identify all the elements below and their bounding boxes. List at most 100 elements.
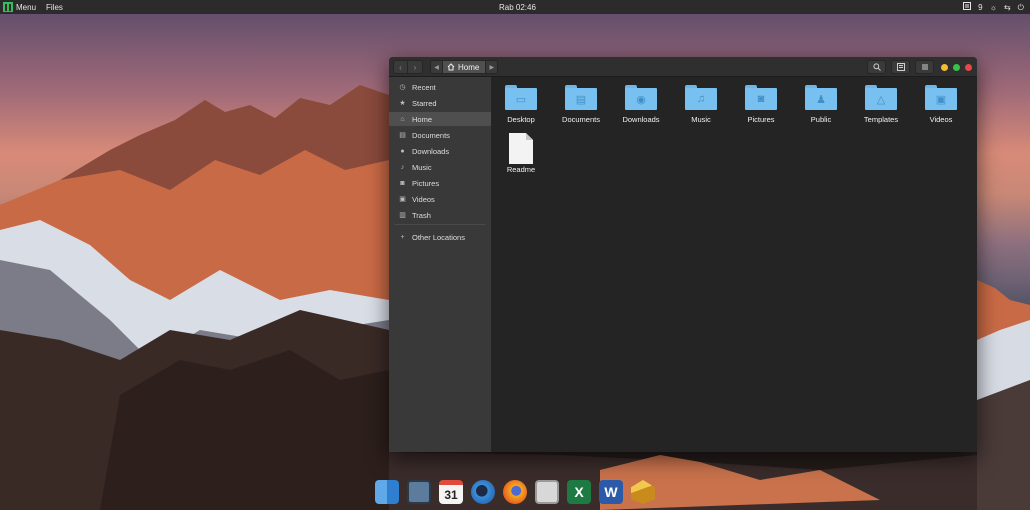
file-label: Videos <box>929 115 953 124</box>
folder-item-music[interactable]: ♫ Music <box>671 77 731 125</box>
notification-icon[interactable] <box>963 2 972 13</box>
file-manager-window: ‹ › ◀ Home ▶ ◷ Recent ★ Starred ⌂ Home ▤… <box>389 57 977 452</box>
maximize-button[interactable] <box>953 64 960 71</box>
calendar-day: 31 <box>444 487 458 502</box>
finder-icon[interactable] <box>375 480 399 504</box>
sidebar-item-music[interactable]: ♪ Music <box>389 160 491 174</box>
excel-letter: X <box>574 484 584 500</box>
notification-count: 9 <box>978 2 983 12</box>
sidebar-item-recent[interactable]: ◷ Recent <box>389 80 491 94</box>
home-icon: ⌂ <box>400 115 405 123</box>
sidebar-item-label: Documents <box>412 130 450 140</box>
menu-logo-icon <box>3 2 13 12</box>
menu-button-window[interactable] <box>915 60 934 74</box>
sidebar-item-label: Downloads <box>412 146 450 156</box>
power-icon[interactable]: ⏻ <box>1018 3 1024 13</box>
image-viewer-icon[interactable] <box>407 480 431 504</box>
file-item-readme[interactable]: Readme <box>491 127 551 175</box>
folder-downloads-icon: ◉ <box>625 85 657 110</box>
sidebar-item-label: Trash <box>412 210 431 220</box>
folder-item-templates[interactable]: △ Templates <box>851 77 911 125</box>
sidebar-item-label: Home <box>412 114 433 124</box>
sidebar-item-videos[interactable]: ▣ Videos <box>389 192 491 206</box>
path-current-label: Home <box>458 62 480 72</box>
download-icon: ● <box>400 147 405 155</box>
excel-icon[interactable]: X <box>567 480 591 504</box>
file-label: Music <box>691 115 711 124</box>
sidebar-item-label: Other Locations <box>412 232 465 242</box>
folder-desktop-icon: ▭ <box>505 85 537 110</box>
minimize-button[interactable] <box>941 64 948 71</box>
word-letter: W <box>604 484 618 500</box>
menu-label: Menu <box>16 2 37 12</box>
folder-item-pictures[interactable]: ◙ Pictures <box>731 77 791 125</box>
brightness-icon[interactable]: ☼ <box>990 3 997 13</box>
star-icon: ★ <box>399 100 406 107</box>
sidebar-item-starred[interactable]: ★ Starred <box>389 96 491 110</box>
file-label: Documents <box>562 115 600 124</box>
network-icon[interactable]: ⇆ <box>1004 3 1011 13</box>
forward-button[interactable]: › <box>408 60 423 74</box>
trash-icon: ▥ <box>399 212 406 219</box>
files-app-menu[interactable]: Files <box>40 3 69 12</box>
sidebar-item-pictures[interactable]: ◙ Pictures <box>389 176 491 190</box>
sidebar-item-label: Starred <box>412 98 437 108</box>
system-tray: 9 ☼ ⇆ ⏻ <box>963 2 1024 13</box>
folder-item-public[interactable]: ♟ Public <box>791 77 851 125</box>
folder-music-icon: ♫ <box>685 85 717 110</box>
sidebar-item-downloads[interactable]: ● Downloads <box>389 144 491 158</box>
sidebar-separator <box>395 224 485 225</box>
sidebar-item-documents[interactable]: ▤ Documents <box>389 128 491 142</box>
sidebar-item-home[interactable]: ⌂ Home <box>389 112 491 126</box>
path-bar: ◀ Home ▶ <box>430 60 499 74</box>
menu-button[interactable]: Menu <box>0 0 40 14</box>
file-view: ▭ Desktop ▤ Documents ◉ Downloads ♫ Musi… <box>491 77 977 452</box>
plus-icon: + <box>400 233 405 241</box>
sidebar-item-trash[interactable]: ▥ Trash <box>389 208 491 222</box>
folder-documents-icon: ▤ <box>565 85 597 110</box>
search-button[interactable] <box>867 60 886 74</box>
clock[interactable]: Rab 02:46 <box>499 3 536 12</box>
sidebar-item-label: Recent <box>412 82 436 92</box>
view-toggle-button[interactable] <box>891 60 910 74</box>
list-view-icon <box>896 63 905 71</box>
sidebar-item-label: Music <box>412 162 432 172</box>
music-icon: ♪ <box>400 163 405 171</box>
folder-item-videos[interactable]: ▣ Videos <box>911 77 971 125</box>
path-scroll-left-button[interactable]: ◀ <box>430 60 443 74</box>
calendar-icon[interactable]: 31 <box>439 480 463 504</box>
sidebar-item-label: Pictures <box>412 178 440 188</box>
folder-public-icon: ♟ <box>805 85 837 110</box>
word-icon[interactable]: W <box>599 480 623 504</box>
file-label: Public <box>810 115 832 124</box>
system-monitor-icon[interactable] <box>535 480 559 504</box>
path-scroll-right-button[interactable]: ▶ <box>485 60 499 74</box>
folder-pictures-icon: ◙ <box>745 85 777 110</box>
clock-icon: ◷ <box>399 84 406 91</box>
folder-item-documents[interactable]: ▤ Documents <box>551 77 611 125</box>
file-label: Pictures <box>747 115 775 124</box>
document-icon: ▤ <box>399 132 406 139</box>
navigation-buttons: ‹ › <box>393 60 423 74</box>
film-icon: ▣ <box>399 196 406 203</box>
sidebar-item-label: Videos <box>412 194 435 204</box>
browser-icon[interactable] <box>471 480 495 504</box>
file-label: Templates <box>863 115 899 124</box>
search-icon <box>872 63 881 71</box>
file-label: Readme <box>506 165 536 174</box>
file-label: Desktop <box>507 115 535 124</box>
sidebar: ◷ Recent ★ Starred ⌂ Home ▤ Documents ● … <box>389 77 491 452</box>
folder-item-downloads[interactable]: ◉ Downloads <box>611 77 671 125</box>
window-headerbar: ‹ › ◀ Home ▶ <box>389 57 977 77</box>
folder-videos-icon: ▣ <box>925 85 957 110</box>
folder-item-desktop[interactable]: ▭ Desktop <box>491 77 551 125</box>
close-button[interactable] <box>965 64 972 71</box>
file-label: Downloads <box>622 115 660 124</box>
path-home-button[interactable]: Home <box>443 60 486 74</box>
home-icon <box>447 63 455 71</box>
sidebar-item-other-locations[interactable]: + Other Locations <box>389 230 491 244</box>
back-button[interactable]: ‹ <box>393 60 408 74</box>
top-panel: Menu Files Rab 02:46 9 ☼ ⇆ ⏻ <box>0 0 1030 14</box>
hamburger-icon <box>921 64 928 70</box>
firefox-icon[interactable] <box>503 480 527 504</box>
